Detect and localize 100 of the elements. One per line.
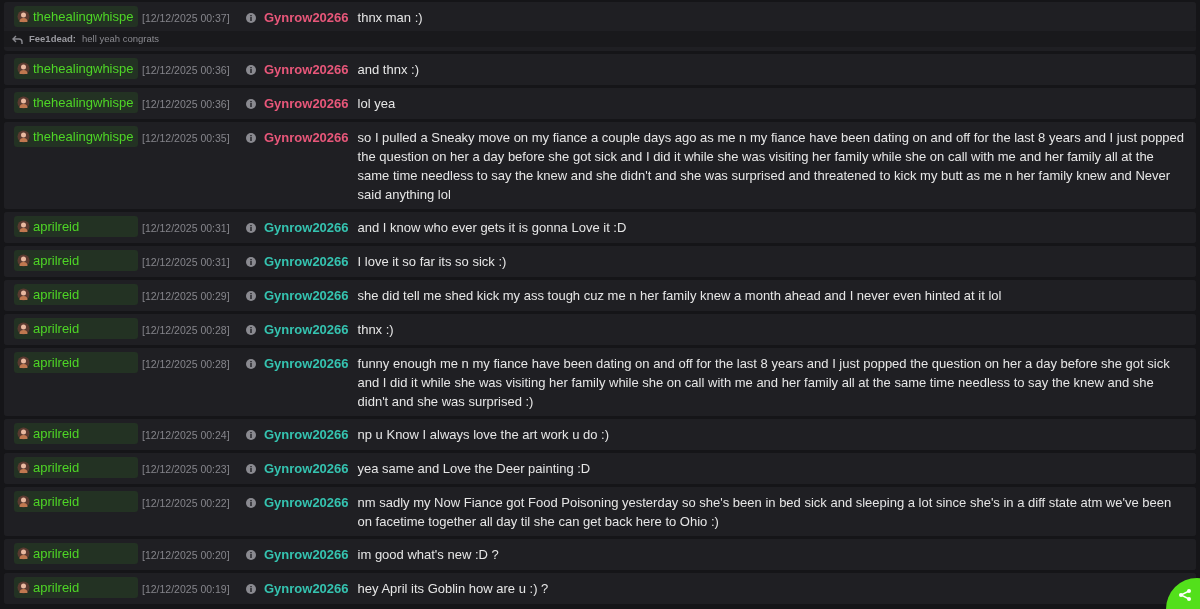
avatar-icon bbox=[17, 322, 30, 335]
info-icon[interactable] bbox=[246, 325, 256, 335]
channel-name: thehealingwhispe bbox=[33, 8, 134, 26]
avatar-icon bbox=[17, 288, 30, 301]
channel-name: aprilreid bbox=[33, 425, 80, 443]
avatar-icon bbox=[17, 96, 30, 109]
channel-name: aprilreid bbox=[33, 493, 80, 511]
channel-tag[interactable]: aprilreid bbox=[14, 577, 138, 598]
message-text: yea same and Love the Deer painting :D bbox=[357, 460, 591, 478]
username[interactable]: Gynrow20266 bbox=[264, 493, 349, 512]
avatar-icon bbox=[17, 547, 30, 560]
timestamp: [12/12/2025 00:29] bbox=[142, 289, 231, 304]
channel-tag[interactable]: aprilreid bbox=[14, 491, 138, 512]
channel-name: thehealingwhispe bbox=[33, 60, 134, 78]
avatar-icon bbox=[17, 254, 30, 267]
info-icon[interactable] bbox=[246, 223, 256, 233]
username[interactable]: Gynrow20266 bbox=[264, 286, 349, 305]
channel-tag[interactable]: aprilreid bbox=[14, 352, 138, 373]
channel-tag[interactable]: aprilreid bbox=[14, 318, 138, 339]
message-text: np u Know I always love the art work u do :) bbox=[357, 426, 609, 444]
message-text: I love it so far its so sick :) bbox=[357, 253, 507, 271]
info-icon[interactable] bbox=[246, 257, 256, 267]
info-icon[interactable] bbox=[246, 99, 256, 109]
message-text: and I know who ever gets it is gonna Love it :D bbox=[357, 219, 627, 237]
message-text: nm sadly my Now Fiance got Food Poisoning yesterday so she's been in bed sick and sleeping a lot since she's in a diff state atm we've been on facetime together all day til she can get back here to Ohio :) bbox=[357, 494, 1173, 531]
channel-tag[interactable]: thehealingwhispe bbox=[14, 92, 138, 113]
username[interactable]: Gynrow20266 bbox=[264, 320, 349, 339]
channel-name: aprilreid bbox=[33, 354, 80, 372]
info-icon[interactable] bbox=[246, 359, 256, 369]
info-icon[interactable] bbox=[246, 584, 256, 594]
channel-name: aprilreid bbox=[33, 286, 80, 304]
avatar-icon bbox=[17, 356, 30, 369]
avatar-icon bbox=[17, 10, 30, 23]
username[interactable]: Gynrow20266 bbox=[264, 94, 349, 113]
timestamp: [12/12/2025 00:22] bbox=[142, 496, 231, 511]
avatar-icon bbox=[17, 461, 30, 474]
timestamp: [12/12/2025 00:35] bbox=[142, 131, 231, 146]
avatar-icon bbox=[17, 130, 30, 143]
timestamp: [12/12/2025 00:19] bbox=[142, 582, 231, 597]
username[interactable]: Gynrow20266 bbox=[264, 545, 349, 564]
channel-tag[interactable]: aprilreid bbox=[14, 543, 138, 564]
username[interactable]: Gynrow20266 bbox=[264, 128, 349, 147]
username[interactable]: Gynrow20266 bbox=[264, 459, 349, 478]
info-icon[interactable] bbox=[246, 430, 256, 440]
info-icon[interactable] bbox=[246, 291, 256, 301]
message-text: lol yea bbox=[357, 95, 396, 113]
username[interactable]: Gynrow20266 bbox=[264, 8, 349, 27]
info-icon[interactable] bbox=[246, 65, 256, 75]
channel-tag[interactable]: thehealingwhispe bbox=[14, 58, 138, 79]
timestamp: [12/12/2025 00:36] bbox=[142, 97, 231, 112]
message-text: thnx :) bbox=[357, 321, 394, 339]
username[interactable]: Gynrow20266 bbox=[264, 579, 349, 598]
channel-tag[interactable]: aprilreid bbox=[14, 216, 138, 237]
channel-name: aprilreid bbox=[33, 218, 80, 236]
message-text: im good what's new :D ? bbox=[357, 546, 499, 564]
info-icon[interactable] bbox=[246, 464, 256, 474]
message-text: so I pulled a Sneaky move on my fiance a couple days ago as me n my fiance have been dating on and off for the last 8 years and I just popped the question on her a day before she got sick and I did it while she was visiting her family while she on call with me and her family all at the same time needless to say the knew and she didn't and she was surprised and threatened to kick my butt as me n her family knew and Never said anything lol bbox=[357, 129, 1186, 204]
channel-tag[interactable]: thehealingwhispe bbox=[14, 6, 138, 27]
message-text: thnx man :) bbox=[357, 9, 423, 27]
avatar-icon bbox=[17, 62, 30, 75]
username[interactable]: Gynrow20266 bbox=[264, 425, 349, 444]
timestamp: [12/12/2025 00:31] bbox=[142, 255, 231, 270]
reply-text: hell yeah congrats bbox=[82, 32, 160, 46]
info-icon[interactable] bbox=[246, 133, 256, 143]
timestamp: [12/12/2025 00:20] bbox=[142, 548, 231, 563]
channel-tag[interactable]: aprilreid bbox=[14, 250, 138, 271]
timestamp: [12/12/2025 00:36] bbox=[142, 63, 231, 78]
username[interactable]: Gynrow20266 bbox=[264, 354, 349, 373]
avatar-icon bbox=[17, 220, 30, 233]
username[interactable]: Gynrow20266 bbox=[264, 60, 349, 79]
channel-name: aprilreid bbox=[33, 545, 80, 563]
channel-tag[interactable]: thehealingwhispe bbox=[14, 126, 138, 147]
avatar-icon bbox=[17, 495, 30, 508]
message-text: funny enough me n my fiance have been dating on and off for the last 8 years and I just popped the question on her a day before she got sick and I did it while she was visiting her family while she on call with me and her family all at the same time needless to say the knew and she didn't and she was surprised :) bbox=[357, 355, 1171, 411]
avatar-icon bbox=[17, 581, 30, 594]
timestamp: [12/12/2025 00:31] bbox=[142, 221, 231, 236]
reply-author: Fee1dead: bbox=[29, 32, 76, 46]
timestamp: [12/12/2025 00:28] bbox=[142, 323, 231, 338]
timestamp: [12/12/2025 00:24] bbox=[142, 428, 231, 443]
channel-name: aprilreid bbox=[33, 579, 80, 597]
channel-name: thehealingwhispe bbox=[33, 128, 134, 146]
info-icon[interactable] bbox=[246, 13, 256, 23]
username[interactable]: Gynrow20266 bbox=[264, 218, 349, 237]
channel-tag[interactable]: aprilreid bbox=[14, 423, 138, 444]
channel-tag[interactable]: aprilreid bbox=[14, 284, 138, 305]
channel-name: aprilreid bbox=[33, 459, 80, 477]
reply-icon bbox=[12, 34, 23, 44]
timestamp: [12/12/2025 00:28] bbox=[142, 357, 231, 372]
username[interactable]: Gynrow20266 bbox=[264, 252, 349, 271]
message-text: hey April its Goblin how are u :) ? bbox=[357, 580, 549, 598]
timestamp: [12/12/2025 00:37] bbox=[142, 11, 231, 26]
timestamp: [12/12/2025 00:23] bbox=[142, 462, 231, 477]
avatar-icon bbox=[17, 427, 30, 440]
channel-name: aprilreid bbox=[33, 320, 80, 338]
info-icon[interactable] bbox=[246, 550, 256, 560]
channel-name: thehealingwhispe bbox=[33, 94, 134, 112]
info-icon[interactable] bbox=[246, 498, 256, 508]
channel-tag[interactable]: aprilreid bbox=[14, 457, 138, 478]
channel-name: aprilreid bbox=[33, 252, 80, 270]
message-text: she did tell me shed kick my ass tough cuz me n her family knew a month ahead and I never even hinted at it lol bbox=[357, 287, 1002, 305]
